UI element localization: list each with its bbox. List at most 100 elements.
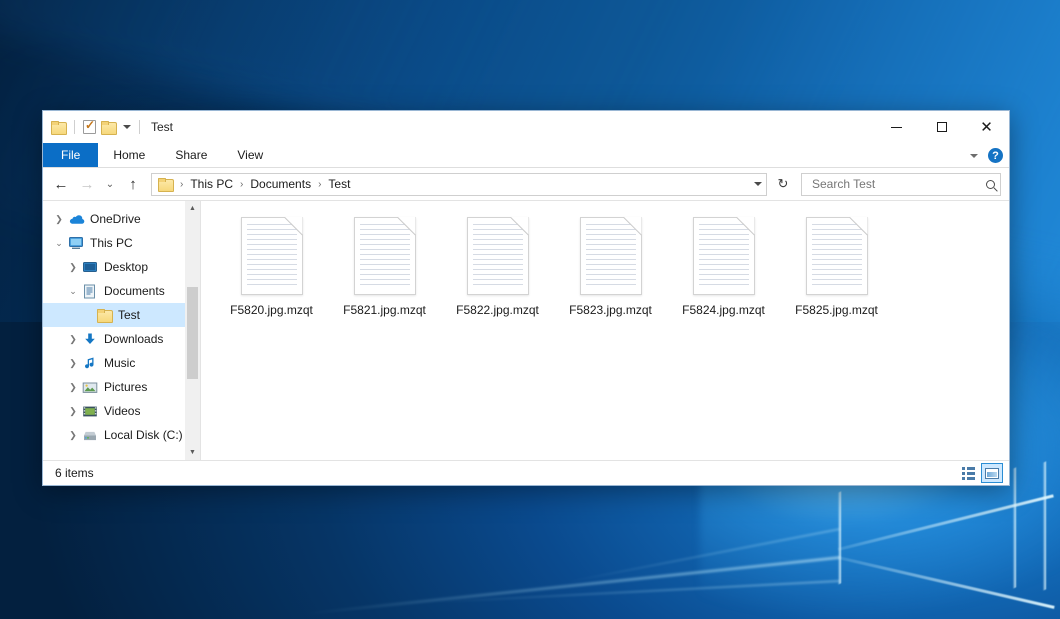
view-mode-buttons	[957, 463, 1003, 483]
scroll-down-button[interactable]: ▼	[185, 445, 200, 460]
logo-pane-edge-vertical-1	[838, 491, 841, 584]
generic-document-icon	[467, 217, 529, 295]
sidebar-item-documents[interactable]: ⌄ Documents	[43, 279, 200, 303]
breadcrumb-item-this-pc[interactable]: This PC	[186, 177, 237, 191]
expander-collapsed-icon[interactable]: ❯	[65, 406, 81, 417]
quick-access-toolbar	[51, 120, 143, 134]
breadcrumb[interactable]: › This PC › Documents › Test	[151, 173, 767, 196]
sidebar-item-pictures[interactable]: ❯ Pictures	[43, 375, 200, 399]
breadcrumb-dropdown-icon[interactable]	[754, 182, 762, 186]
list-item[interactable]: F5820.jpg.mzqt	[215, 215, 328, 317]
document-fold-edge	[398, 217, 416, 235]
help-icon[interactable]: ?	[988, 148, 1003, 163]
sidebar-item-label: OneDrive	[90, 212, 141, 226]
navigation-pane-scrollbar[interactable]: ▲ ▼	[185, 201, 200, 460]
sidebar-item-videos[interactable]: ❯ Videos	[43, 399, 200, 423]
status-bar: 6 items	[43, 460, 1009, 485]
file-name-label: F5824.jpg.mzqt	[682, 303, 765, 317]
folder-icon[interactable]	[51, 121, 66, 134]
file-name-label: F5822.jpg.mzqt	[456, 303, 539, 317]
logo-pane-edge-vertical-3	[1043, 461, 1046, 590]
title-bar: Test ✕	[43, 111, 1009, 143]
generic-document-icon	[241, 217, 303, 295]
details-view-button[interactable]	[957, 463, 979, 483]
minimize-button[interactable]	[874, 111, 919, 143]
maximize-icon	[937, 122, 947, 132]
maximize-button[interactable]	[919, 111, 964, 143]
window-controls: ✕	[874, 111, 1009, 143]
list-item[interactable]: F5822.jpg.mzqt	[441, 215, 554, 317]
sidebar-item-downloads[interactable]: ❯ Downloads	[43, 327, 200, 351]
tab-share[interactable]: Share	[160, 143, 222, 167]
pictures-icon	[81, 381, 99, 394]
ribbon-right-controls: ?	[970, 143, 1003, 168]
search-box[interactable]	[801, 173, 1001, 196]
back-button[interactable]: ←	[49, 172, 73, 196]
breadcrumb-separator: ›	[317, 179, 322, 190]
window-body: ❯ OneDrive ⌄ This PC ❯ Desktop	[43, 200, 1009, 460]
forward-button[interactable]: →	[75, 172, 99, 196]
expander-collapsed-icon[interactable]: ❯	[65, 382, 81, 393]
breadcrumb-separator: ›	[239, 179, 244, 190]
address-bar: ← → ⌄ ↑ › This PC › Documents › Test ↻	[43, 168, 1009, 200]
up-button[interactable]: ↑	[121, 172, 145, 196]
generic-document-icon	[693, 217, 755, 295]
close-icon: ✕	[980, 120, 993, 135]
generic-document-icon	[580, 217, 642, 295]
chevron-down-icon[interactable]	[123, 125, 131, 129]
file-name-label: F5823.jpg.mzqt	[569, 303, 652, 317]
music-icon	[81, 356, 99, 370]
sidebar-item-desktop[interactable]: ❯ Desktop	[43, 255, 200, 279]
chevron-down-icon[interactable]	[970, 154, 978, 158]
sidebar-item-music[interactable]: ❯ Music	[43, 351, 200, 375]
sidebar-item-this-pc[interactable]: ⌄ This PC	[43, 231, 200, 255]
document-fold-edge	[511, 217, 529, 235]
expander-collapsed-icon[interactable]: ❯	[65, 334, 81, 345]
breadcrumb-item-documents[interactable]: Documents	[246, 177, 315, 191]
documents-icon	[81, 284, 99, 299]
large-icons-view-button[interactable]	[981, 463, 1003, 483]
folder-icon	[158, 178, 173, 191]
generic-document-icon	[806, 217, 868, 295]
item-count-label: 6 items	[55, 466, 957, 480]
ribbon-tab-strip: File Home Share View ?	[43, 143, 1009, 168]
sidebar-item-label: Videos	[104, 404, 140, 418]
file-name-label: F5825.jpg.mzqt	[795, 303, 878, 317]
refresh-button[interactable]: ↻	[771, 173, 795, 196]
close-button[interactable]: ✕	[964, 111, 1009, 143]
scrollbar-thumb[interactable]	[187, 287, 198, 379]
scroll-up-button[interactable]: ▲	[185, 201, 200, 216]
expander-collapsed-icon[interactable]: ❯	[65, 430, 81, 441]
sidebar-item-label: This PC	[90, 236, 133, 250]
tab-view[interactable]: View	[222, 143, 278, 167]
disk-icon	[81, 429, 99, 442]
breadcrumb-item-test[interactable]: Test	[324, 177, 354, 191]
expander-expanded-icon[interactable]: ⌄	[51, 238, 67, 249]
new-folder-icon[interactable]	[101, 121, 116, 134]
details-view-icon	[962, 467, 975, 480]
expander-collapsed-icon[interactable]: ❯	[65, 262, 81, 273]
list-item[interactable]: F5821.jpg.mzqt	[328, 215, 441, 317]
list-item[interactable]: F5823.jpg.mzqt	[554, 215, 667, 317]
generic-document-icon	[354, 217, 416, 295]
recent-locations-button[interactable]: ⌄	[101, 172, 119, 196]
list-item[interactable]: F5825.jpg.mzqt	[780, 215, 893, 317]
expander-collapsed-icon[interactable]: ❯	[65, 358, 81, 369]
search-icon[interactable]	[986, 180, 995, 189]
sidebar-item-label: Desktop	[104, 260, 148, 274]
document-fold-edge	[737, 217, 755, 235]
expander-collapsed-icon[interactable]: ❯	[51, 214, 67, 225]
sidebar-item-onedrive[interactable]: ❯ OneDrive	[43, 207, 200, 231]
folder-icon	[95, 309, 113, 322]
properties-checkbox-icon[interactable]	[83, 120, 96, 134]
file-grid: F5820.jpg.mzqt F5821.jpg.mzqt	[215, 215, 999, 317]
sidebar-item-test[interactable]: Test	[43, 303, 200, 327]
tab-home[interactable]: Home	[98, 143, 160, 167]
expander-expanded-icon[interactable]: ⌄	[65, 286, 81, 297]
list-item[interactable]: F5824.jpg.mzqt	[667, 215, 780, 317]
videos-icon	[81, 405, 99, 418]
search-input[interactable]	[810, 176, 982, 192]
file-list-view[interactable]: F5820.jpg.mzqt F5821.jpg.mzqt	[201, 201, 1009, 460]
sidebar-item-local-disk-c[interactable]: ❯ Local Disk (C:)	[43, 423, 200, 447]
tab-file[interactable]: File	[43, 143, 98, 167]
